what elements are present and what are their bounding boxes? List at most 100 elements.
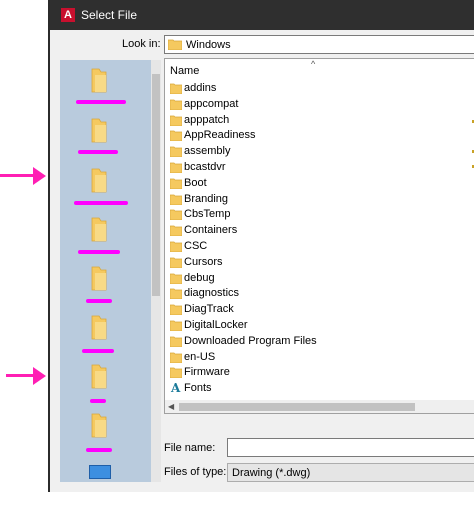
file-row[interactable]: CSC <box>170 239 470 255</box>
file-row-label: Downloaded Program Files <box>184 334 317 347</box>
file-row[interactable]: CbsTemp <box>170 207 470 223</box>
file-row[interactable]: apppatch <box>170 113 470 129</box>
folder-icon <box>170 352 182 363</box>
folder-icon <box>170 162 182 173</box>
redaction-mark <box>78 150 118 154</box>
background-bottom <box>48 492 474 509</box>
file-row[interactable]: Branding <box>170 192 470 208</box>
folder-icon <box>91 413 107 438</box>
file-row[interactable]: A Fonts <box>170 381 470 397</box>
folder-icon <box>91 217 107 242</box>
redaction-mark <box>74 201 128 205</box>
file-row-label: apppatch <box>184 113 230 126</box>
drive-icon[interactable] <box>89 465 111 479</box>
folder-icon <box>91 266 107 291</box>
file-row-label: en-US <box>184 350 216 363</box>
folder-icon <box>170 146 182 158</box>
place-folder-4[interactable] <box>84 215 114 243</box>
scroll-left-icon[interactable]: ◀ <box>168 402 174 411</box>
folder-icon <box>91 315 107 340</box>
folder-icon <box>170 194 182 205</box>
file-row[interactable]: bcastdvr <box>170 160 470 176</box>
redaction-mark <box>86 299 112 303</box>
place-folder-8[interactable] <box>84 411 114 439</box>
file-row-label: CSC <box>184 239 208 252</box>
folder-icon <box>91 168 107 193</box>
folder-icon <box>170 273 182 284</box>
file-row[interactable]: appcompat <box>170 97 470 113</box>
file-row-label: diagnostics <box>184 287 240 300</box>
redaction-mark <box>82 349 114 353</box>
file-row[interactable]: assembly <box>170 144 470 160</box>
folder-icon <box>170 241 182 252</box>
folder-icon <box>170 225 182 237</box>
file-row[interactable]: Containers <box>170 223 470 239</box>
select-file-dialog: A Select File Look in: Windows ^ Name ad… <box>48 0 474 492</box>
file-row-label: Containers <box>184 224 238 237</box>
name-column-header[interactable]: Name <box>170 65 199 77</box>
folder-icon <box>170 210 182 221</box>
file-row[interactable]: AppReadiness <box>170 128 470 144</box>
file-row[interactable]: DigitalLocker <box>170 318 470 334</box>
fonts-folder-icon: A <box>171 381 181 396</box>
file-row-label: Fonts <box>184 382 212 395</box>
folder-icon <box>91 68 107 93</box>
file-row[interactable]: diagnostics <box>170 286 470 302</box>
window-title: Select File <box>81 8 138 22</box>
file-row-label: CbsTemp <box>184 208 231 221</box>
files-of-type-label: Files of type: <box>164 466 227 478</box>
file-row-label: appcompat <box>184 97 239 110</box>
folder-icon <box>170 304 182 316</box>
file-row[interactable]: Downloaded Program Files <box>170 334 470 350</box>
redaction-mark <box>90 399 106 403</box>
place-folder-1[interactable] <box>84 66 114 94</box>
folder-icon <box>170 257 182 268</box>
file-name-label: File name: <box>164 442 216 454</box>
file-row[interactable]: Cursors <box>170 255 470 271</box>
folder-icon <box>91 364 107 389</box>
redaction-mark <box>78 250 120 254</box>
file-row[interactable]: Firmware <box>170 365 470 381</box>
folder-icon <box>170 289 182 300</box>
folder-icon <box>170 83 182 94</box>
files-of-type-value: Drawing (*.dwg) <box>232 467 311 479</box>
file-row-label: Branding <box>184 192 229 205</box>
folder-icon <box>170 99 182 110</box>
folder-icon <box>168 39 182 50</box>
place-folder-5[interactable] <box>84 264 114 292</box>
place-folder-6[interactable] <box>84 313 114 341</box>
file-list[interactable]: ^ Name addins appcompat apppatch AppReadine… <box>164 58 474 414</box>
redaction-mark <box>86 448 112 452</box>
folder-icon <box>170 336 182 347</box>
folder-icon <box>170 178 182 189</box>
place-folder-3[interactable] <box>84 166 114 194</box>
place-folder-2[interactable] <box>84 116 114 144</box>
places-scrollbar[interactable] <box>151 60 161 482</box>
file-name-input[interactable] <box>227 438 474 457</box>
annotation-arrow <box>0 174 34 177</box>
file-row-label: addins <box>184 82 217 94</box>
file-row-label: Firmware <box>184 366 230 379</box>
title-bar[interactable]: A Select File <box>50 0 474 30</box>
look-in-dropdown[interactable]: Windows <box>164 35 474 54</box>
file-row[interactable]: en-US <box>170 350 470 366</box>
file-row[interactable]: DiagTrack <box>170 302 470 318</box>
file-row[interactable]: addins <box>170 81 470 97</box>
file-row-label: AppReadiness <box>184 129 256 142</box>
horizontal-scrollbar-thumb[interactable] <box>179 403 415 411</box>
autocad-a-icon: A <box>61 8 75 22</box>
file-row-label: bcastdvr <box>184 160 226 173</box>
place-folder-7[interactable] <box>84 362 114 390</box>
file-row-label: DigitalLocker <box>184 318 248 331</box>
file-row[interactable]: Boot <box>170 176 470 192</box>
annotation-arrow-head <box>33 167 46 185</box>
redaction-mark <box>76 100 126 104</box>
files-of-type-dropdown[interactable]: Drawing (*.dwg) <box>227 463 474 482</box>
places-scrollbar-thumb[interactable] <box>152 74 160 296</box>
file-row[interactable]: debug <box>170 271 470 287</box>
horizontal-scrollbar[interactable]: ◀ <box>165 400 474 413</box>
folder-icon <box>170 320 182 331</box>
file-rows: addins appcompat apppatch AppReadiness assem… <box>170 81 470 397</box>
folder-icon <box>170 131 182 142</box>
background-left <box>0 0 48 509</box>
